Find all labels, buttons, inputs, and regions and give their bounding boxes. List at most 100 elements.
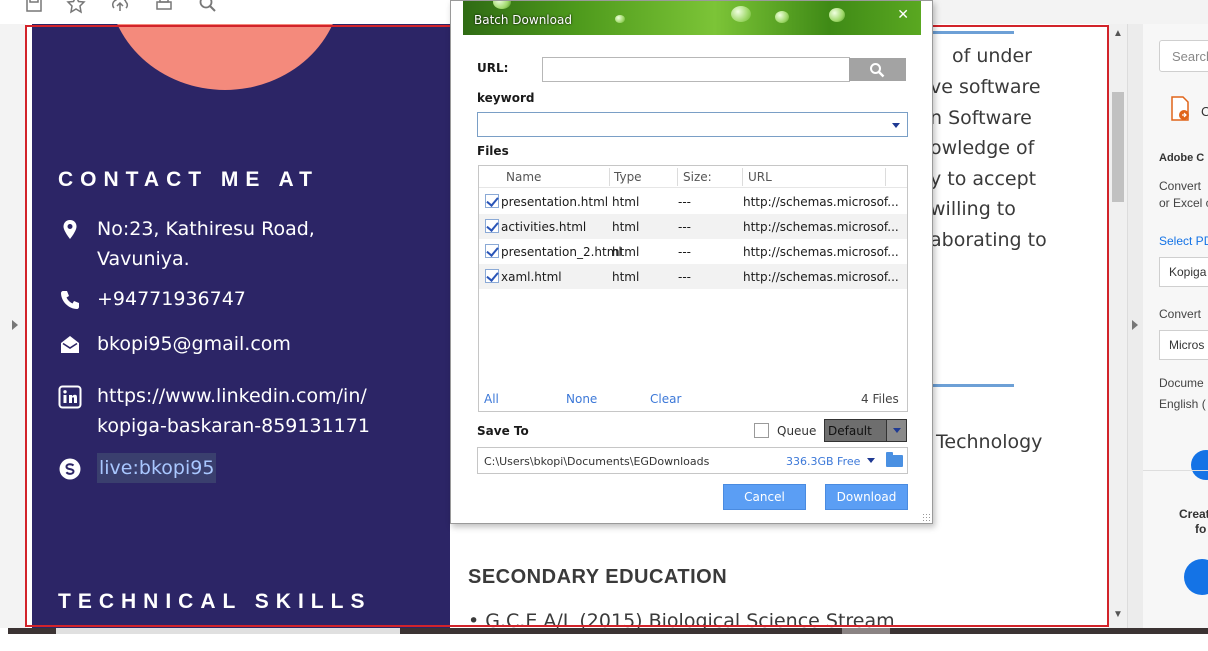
file-row[interactable]: presentation_2.html html --- http://sche… [479, 239, 907, 264]
file-size: --- [678, 220, 691, 234]
star-icon[interactable] [66, 0, 86, 14]
batch-download-dialog: Batch Download ✕ URL: keyword Files Name… [450, 0, 933, 524]
secondary-education-heading: SECONDARY EDUCATION [468, 566, 728, 588]
save-path: C:\Users\bkopi\Documents\EGDownloads [484, 455, 710, 468]
queue-label: Queue [777, 424, 817, 438]
file-checkbox[interactable] [485, 219, 499, 233]
convert-to-label: Convert [1159, 307, 1202, 321]
scroll-down-icon[interactable]: ▼ [1113, 609, 1123, 620]
resize-grip-icon[interactable] [922, 513, 930, 521]
file-size: --- [678, 195, 691, 209]
dialog-title: Batch Download [474, 13, 572, 27]
tools-pane-toggle[interactable] [1127, 24, 1143, 628]
selected-file-field[interactable]: Kopiga [1159, 257, 1208, 287]
save-icon[interactable] [24, 0, 44, 14]
body-line-1: of under [952, 45, 1032, 67]
file-row[interactable]: xaml.html html --- http://schemas.micros… [479, 264, 907, 289]
file-size: --- [678, 270, 691, 284]
skype-id[interactable]: live:bkopi95 [97, 453, 217, 483]
file-name: xaml.html [501, 270, 562, 284]
body-line-3: n Software [930, 107, 1032, 129]
upload-icon[interactable] [110, 0, 130, 14]
linkedin-url-line-1[interactable]: https://www.linkedin.com/in/ [97, 381, 367, 411]
files-footer: All None Clear 4 Files [479, 386, 907, 412]
document-language-label: Docume [1159, 376, 1204, 390]
url-input[interactable] [542, 57, 850, 82]
save-to-label: Save To [477, 424, 529, 438]
cancel-button[interactable]: Cancel [723, 484, 806, 510]
chevron-down-icon[interactable] [892, 123, 900, 128]
download-button[interactable]: Download [825, 484, 908, 510]
file-row[interactable]: presentation.html html --- http://schema… [479, 189, 907, 214]
column-name[interactable]: Name [506, 170, 541, 184]
file-checkbox[interactable] [485, 269, 499, 283]
convert-format-select[interactable]: Micros [1159, 330, 1208, 360]
collapse-pane-icon[interactable] [1132, 320, 1138, 330]
clear-link[interactable]: Clear [650, 392, 681, 406]
column-url[interactable]: URL [748, 170, 772, 184]
file-checkbox[interactable] [485, 194, 499, 208]
technology-fragment: Technology [936, 431, 1043, 453]
create-label: Creat [1179, 507, 1208, 521]
dewdrop-decoration [829, 8, 845, 22]
body-line-2: ve software [930, 76, 1041, 98]
left-pane-toggle[interactable] [0, 24, 26, 632]
pdf-export-icon[interactable] [1169, 96, 1191, 122]
convert-button-circle[interactable] [1191, 450, 1208, 480]
search-icon [870, 63, 885, 78]
file-row[interactable]: activities.html html --- http://schemas.… [479, 214, 907, 239]
column-divider [885, 168, 886, 186]
chevron-down-icon[interactable] [886, 420, 906, 441]
body-line-5: y to accept [930, 168, 1037, 190]
column-divider [609, 168, 610, 186]
scroll-thumb[interactable] [1112, 92, 1124, 202]
queue-checkbox[interactable] [754, 423, 769, 438]
resume-sidebar: CONTACT ME AT No:23, Kathiresu Road, Vav… [32, 24, 450, 628]
url-search-button[interactable] [849, 58, 906, 81]
keyword-combobox[interactable] [477, 112, 908, 137]
zoom-search-icon[interactable] [198, 0, 218, 14]
technical-skills-heading: TECHNICAL SKILLS [58, 590, 372, 613]
folder-icon[interactable] [886, 452, 903, 467]
language-select[interactable]: English ( [1159, 397, 1206, 411]
files-label: Files [477, 144, 509, 158]
queue-profile-select[interactable]: Default [824, 419, 907, 442]
tools-search-input[interactable]: Search [1159, 40, 1208, 72]
file-url: http://schemas.microsof... [743, 220, 899, 234]
tool-c-label[interactable]: C [1201, 104, 1208, 119]
email-icon [61, 336, 79, 353]
column-size[interactable]: Size: [683, 170, 712, 184]
body-line-4: owledge of [930, 137, 1035, 159]
taskbar [0, 628, 1208, 651]
linkedin-url-line-2[interactable]: kopiga-baskaran-859131171 [97, 411, 370, 441]
convert-text-2: or Excel c [1159, 196, 1208, 210]
taskbar-item-2[interactable] [842, 628, 890, 634]
chevron-down-icon[interactable] [867, 458, 875, 463]
dialog-title-bar[interactable]: Batch Download ✕ [463, 1, 921, 35]
save-path-field[interactable]: C:\Users\bkopi\Documents\EGDownloads 336… [477, 447, 908, 474]
education-bullet: • G.C.E A/L (2015) Biological Science St… [468, 610, 895, 628]
taskbar-item-1[interactable] [56, 628, 400, 634]
scroll-up-icon[interactable]: ▲ [1113, 28, 1123, 39]
select-pdf-link[interactable]: Select PD [1159, 234, 1208, 248]
close-icon[interactable]: ✕ [897, 7, 909, 23]
pane-divider [1143, 470, 1208, 471]
document-scrollbar[interactable]: ▲ ▼ [1109, 24, 1127, 628]
files-list: Name Type Size: URL presentation.html ht… [478, 165, 908, 412]
fo-label: fo [1195, 522, 1207, 536]
email-address[interactable]: bkopi95@gmail.com [97, 329, 291, 359]
dewdrop-decoration [493, 1, 511, 9]
create-button-circle[interactable] [1184, 559, 1208, 595]
file-url: http://schemas.microsof... [743, 195, 899, 209]
reader-toolbar [0, 0, 450, 24]
phone-icon [61, 291, 79, 309]
select-none-link[interactable]: None [566, 392, 597, 406]
column-divider [677, 168, 678, 186]
select-all-link[interactable]: All [484, 392, 499, 406]
file-checkbox[interactable] [485, 244, 499, 258]
address-line-1: No:23, Kathiresu Road, [97, 218, 315, 240]
print-icon[interactable] [154, 0, 174, 14]
expand-left-icon[interactable] [12, 320, 18, 330]
column-type[interactable]: Type [614, 170, 642, 184]
education-bullet-text: G.C.E A/L (2015) Biological Science Stre… [485, 610, 895, 628]
